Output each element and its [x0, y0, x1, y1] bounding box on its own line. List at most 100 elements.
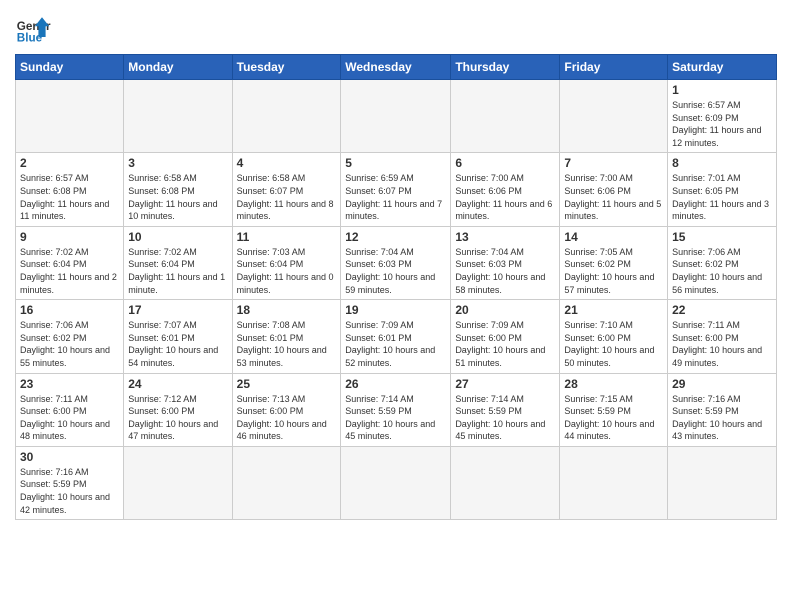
calendar-cell: 26 Sunrise: 7:14 AM Sunset: 5:59 PM Dayli…: [341, 373, 451, 446]
calendar-cell: 18 Sunrise: 7:08 AM Sunset: 6:01 PM Dayli…: [232, 300, 341, 373]
logo: General Blue: [15, 10, 51, 46]
calendar-cell: 20 Sunrise: 7:09 AM Sunset: 6:00 PM Dayli…: [451, 300, 560, 373]
page-header: General Blue: [15, 10, 777, 46]
day-info: Sunrise: 7:16 AM Sunset: 5:59 PM Dayligh…: [20, 466, 119, 516]
calendar-cell: 3 Sunrise: 6:58 AM Sunset: 6:08 PM Daylig…: [124, 153, 232, 226]
weekday-header-thursday: Thursday: [451, 55, 560, 80]
day-number: 30: [20, 450, 119, 464]
calendar-cell: 27 Sunrise: 7:14 AM Sunset: 5:59 PM Dayli…: [451, 373, 560, 446]
day-number: 3: [128, 156, 227, 170]
calendar-cell: [451, 446, 560, 519]
day-number: 9: [20, 230, 119, 244]
day-info: Sunrise: 7:15 AM Sunset: 5:59 PM Dayligh…: [564, 393, 663, 443]
weekday-header-tuesday: Tuesday: [232, 55, 341, 80]
day-info: Sunrise: 6:57 AM Sunset: 6:09 PM Dayligh…: [672, 99, 772, 149]
day-info: Sunrise: 7:07 AM Sunset: 6:01 PM Dayligh…: [128, 319, 227, 369]
day-number: 25: [237, 377, 337, 391]
calendar-cell: 21Sunrise: 7:10 AM Sunset: 6:00 PM Dayli…: [560, 300, 668, 373]
calendar-cell: 14 Sunrise: 7:05 AM Sunset: 6:02 PM Dayli…: [560, 226, 668, 299]
calendar-cell: 19 Sunrise: 7:09 AM Sunset: 6:01 PM Dayli…: [341, 300, 451, 373]
day-number: 19: [345, 303, 446, 317]
calendar-cell: 2Sunrise: 6:57 AM Sunset: 6:08 PM Daylig…: [16, 153, 124, 226]
calendar-week-4: 16 Sunrise: 7:06 AM Sunset: 6:02 PM Dayli…: [16, 300, 777, 373]
day-number: 29: [672, 377, 772, 391]
day-number: 20: [455, 303, 555, 317]
calendar-cell: 28 Sunrise: 7:15 AM Sunset: 5:59 PM Dayli…: [560, 373, 668, 446]
calendar-cell: [124, 446, 232, 519]
day-info: Sunrise: 7:12 AM Sunset: 6:00 PM Dayligh…: [128, 393, 227, 443]
calendar-week-2: 2Sunrise: 6:57 AM Sunset: 6:08 PM Daylig…: [16, 153, 777, 226]
day-info: Sunrise: 7:14 AM Sunset: 5:59 PM Dayligh…: [345, 393, 446, 443]
calendar-week-1: 1 Sunrise: 6:57 AM Sunset: 6:09 PM Daylig…: [16, 80, 777, 153]
day-info: Sunrise: 7:14 AM Sunset: 5:59 PM Dayligh…: [455, 393, 555, 443]
calendar-cell: [341, 446, 451, 519]
day-number: 12: [345, 230, 446, 244]
day-info: Sunrise: 7:02 AM Sunset: 6:04 PM Dayligh…: [128, 246, 227, 296]
day-number: 4: [237, 156, 337, 170]
calendar-cell: 25Sunrise: 7:13 AM Sunset: 6:00 PM Dayli…: [232, 373, 341, 446]
day-number: 5: [345, 156, 446, 170]
calendar-cell: [124, 80, 232, 153]
day-number: 14: [564, 230, 663, 244]
calendar-cell: 13 Sunrise: 7:04 AM Sunset: 6:03 PM Dayli…: [451, 226, 560, 299]
calendar-cell: 16 Sunrise: 7:06 AM Sunset: 6:02 PM Dayli…: [16, 300, 124, 373]
day-number: 24: [128, 377, 227, 391]
weekday-header-saturday: Saturday: [668, 55, 777, 80]
calendar-cell: 4Sunrise: 6:58 AM Sunset: 6:07 PM Daylig…: [232, 153, 341, 226]
calendar-cell: 12 Sunrise: 7:04 AM Sunset: 6:03 PM Dayli…: [341, 226, 451, 299]
day-info: Sunrise: 7:04 AM Sunset: 6:03 PM Dayligh…: [455, 246, 555, 296]
day-number: 16: [20, 303, 119, 317]
calendar-cell: 8Sunrise: 7:01 AM Sunset: 6:05 PM Daylig…: [668, 153, 777, 226]
day-number: 21: [564, 303, 663, 317]
calendar-cell: [451, 80, 560, 153]
calendar-cell: 17Sunrise: 7:07 AM Sunset: 6:01 PM Dayli…: [124, 300, 232, 373]
weekday-header-sunday: Sunday: [16, 55, 124, 80]
calendar-cell: [668, 446, 777, 519]
day-number: 26: [345, 377, 446, 391]
day-info: Sunrise: 7:04 AM Sunset: 6:03 PM Dayligh…: [345, 246, 446, 296]
day-number: 1: [672, 83, 772, 97]
day-number: 2: [20, 156, 119, 170]
calendar-cell: 9 Sunrise: 7:02 AM Sunset: 6:04 PM Daylig…: [16, 226, 124, 299]
day-info: Sunrise: 6:58 AM Sunset: 6:08 PM Dayligh…: [128, 172, 227, 222]
calendar-week-5: 23 Sunrise: 7:11 AM Sunset: 6:00 PM Dayli…: [16, 373, 777, 446]
day-info: Sunrise: 6:59 AM Sunset: 6:07 PM Dayligh…: [345, 172, 446, 222]
weekday-header-wednesday: Wednesday: [341, 55, 451, 80]
day-number: 15: [672, 230, 772, 244]
day-number: 8: [672, 156, 772, 170]
calendar-cell: 22 Sunrise: 7:11 AM Sunset: 6:00 PM Dayli…: [668, 300, 777, 373]
weekday-header-row: SundayMondayTuesdayWednesdayThursdayFrid…: [16, 55, 777, 80]
day-info: Sunrise: 7:16 AM Sunset: 5:59 PM Dayligh…: [672, 393, 772, 443]
calendar-cell: [341, 80, 451, 153]
day-number: 23: [20, 377, 119, 391]
day-info: Sunrise: 7:08 AM Sunset: 6:01 PM Dayligh…: [237, 319, 337, 369]
day-info: Sunrise: 7:06 AM Sunset: 6:02 PM Dayligh…: [20, 319, 119, 369]
day-info: Sunrise: 7:11 AM Sunset: 6:00 PM Dayligh…: [20, 393, 119, 443]
calendar-cell: 6Sunrise: 7:00 AM Sunset: 6:06 PM Daylig…: [451, 153, 560, 226]
day-number: 13: [455, 230, 555, 244]
day-info: Sunrise: 7:00 AM Sunset: 6:06 PM Dayligh…: [564, 172, 663, 222]
calendar-cell: 15 Sunrise: 7:06 AM Sunset: 6:02 PM Dayli…: [668, 226, 777, 299]
day-number: 18: [237, 303, 337, 317]
day-info: Sunrise: 7:05 AM Sunset: 6:02 PM Dayligh…: [564, 246, 663, 296]
day-info: Sunrise: 7:09 AM Sunset: 6:00 PM Dayligh…: [455, 319, 555, 369]
day-number: 28: [564, 377, 663, 391]
day-number: 11: [237, 230, 337, 244]
calendar-cell: [232, 80, 341, 153]
weekday-header-friday: Friday: [560, 55, 668, 80]
logo-icon: General Blue: [15, 10, 51, 46]
day-info: Sunrise: 7:00 AM Sunset: 6:06 PM Dayligh…: [455, 172, 555, 222]
day-number: 7: [564, 156, 663, 170]
day-info: Sunrise: 7:09 AM Sunset: 6:01 PM Dayligh…: [345, 319, 446, 369]
calendar-cell: 24 Sunrise: 7:12 AM Sunset: 6:00 PM Dayli…: [124, 373, 232, 446]
calendar-week-3: 9 Sunrise: 7:02 AM Sunset: 6:04 PM Daylig…: [16, 226, 777, 299]
calendar-cell: [560, 80, 668, 153]
day-info: Sunrise: 7:11 AM Sunset: 6:00 PM Dayligh…: [672, 319, 772, 369]
day-info: Sunrise: 7:06 AM Sunset: 6:02 PM Dayligh…: [672, 246, 772, 296]
day-number: 22: [672, 303, 772, 317]
calendar-week-6: 30 Sunrise: 7:16 AM Sunset: 5:59 PM Dayli…: [16, 446, 777, 519]
day-number: 27: [455, 377, 555, 391]
calendar-cell: 1 Sunrise: 6:57 AM Sunset: 6:09 PM Daylig…: [668, 80, 777, 153]
day-info: Sunrise: 7:02 AM Sunset: 6:04 PM Dayligh…: [20, 246, 119, 296]
calendar-cell: 10Sunrise: 7:02 AM Sunset: 6:04 PM Dayli…: [124, 226, 232, 299]
